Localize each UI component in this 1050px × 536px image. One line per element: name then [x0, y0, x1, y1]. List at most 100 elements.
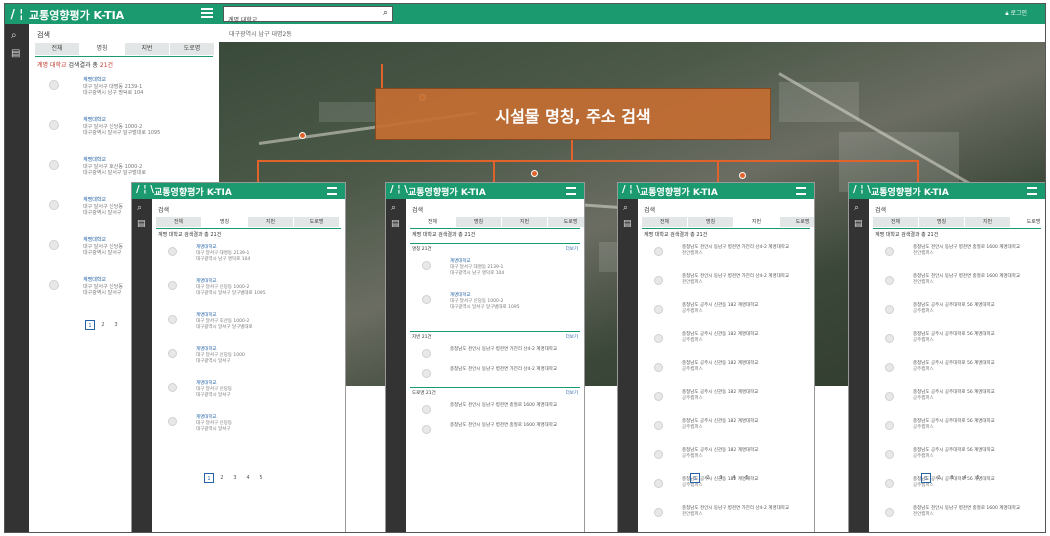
list-item[interactable]: 계명대학교 대구 달서구 신당동 대구광역시 달서구 — [152, 379, 345, 407]
page-2[interactable]: 2 — [703, 473, 713, 483]
tab-lot[interactable]: 지번 — [248, 217, 293, 227]
map-marker[interactable] — [531, 170, 538, 177]
result-radio[interactable] — [885, 334, 894, 343]
result-radio[interactable] — [49, 80, 59, 90]
result-radio[interactable] — [654, 508, 663, 517]
result-radio[interactable] — [49, 200, 59, 210]
list-item[interactable]: 충청남도 공주시 공주대학로 56 계명대학교 공주캠퍼스 — [869, 359, 1045, 387]
list-item[interactable]: 충청남도 공주시 신관동 182 계명대학교 공주캠퍼스 — [638, 417, 814, 445]
list-item[interactable]: 계명대학교 대구 달서구 신당동 1000 대구광역시 달서구 — [152, 345, 345, 373]
list-item[interactable]: 계명대학교 대구 달서구 대명동 2139-1 대구광역시 남구 명덕로 104 — [29, 74, 219, 110]
list-item[interactable]: 충청남도 천안시 동남구 병천면 충절로 1600 계명대학교 천안캠퍼스 — [869, 504, 1045, 532]
list-item[interactable]: 충청남도 천안시 동남구 병천면 가전리 산4-2 계명대학교 천안캠퍼스 — [638, 504, 814, 532]
result-radio[interactable] — [168, 417, 177, 426]
list-item[interactable]: 계명대학교 대구 달서구 신당동 1000-2 대구광역시 달서구 달구벌대로 10… — [152, 277, 345, 305]
tab-name[interactable]: 명칭 — [688, 217, 733, 227]
login-button[interactable]: 🔒︎ 로그인 — [1005, 8, 1027, 18]
result-radio[interactable] — [654, 305, 663, 314]
result-radio[interactable] — [168, 349, 177, 358]
list-item[interactable]: 충청남도 공주시 공주대학로 56 계명대학교 공주캠퍼스 — [869, 330, 1045, 358]
list-item[interactable]: 충청남도 공주시 공주대학로 56 계명대학교 공주캠퍼스 — [869, 301, 1045, 329]
page-1[interactable]: 1 — [204, 473, 214, 483]
result-radio[interactable] — [654, 392, 663, 401]
result-radio[interactable] — [885, 363, 894, 372]
list-item[interactable]: 충청남도 공주시 신관동 182 계명대학교 공주캠퍼스 — [638, 388, 814, 416]
list-item[interactable]: 충청남도 공주시 신관동 182 계명대학교 공주캠퍼스 — [638, 301, 814, 329]
page-1[interactable]: 1 — [921, 473, 931, 483]
page-3[interactable]: 3 — [716, 473, 726, 483]
page-2[interactable]: 2 — [934, 473, 944, 483]
menu-icon[interactable] — [201, 8, 213, 18]
list-item[interactable]: 충청남도 공주시 신관동 182 계명대학교 공주캠퍼스 — [638, 330, 814, 358]
list-item[interactable]: 충청남도 천안시 동남구 병천면 충절로 1600 계명대학교 천안캠퍼스 — [869, 272, 1045, 300]
result-radio[interactable] — [654, 421, 663, 430]
list-item[interactable]: 충청남도 공주시 신관동 182 계명대학교 공주캠퍼스 — [638, 446, 814, 474]
page-5[interactable]: 5 — [973, 473, 983, 483]
result-radio[interactable] — [422, 349, 431, 358]
result-radio[interactable] — [49, 120, 59, 130]
menu-icon[interactable] — [1027, 187, 1037, 195]
tab-lot[interactable]: 지번 — [965, 217, 1010, 227]
tab-all[interactable]: 전체 — [35, 43, 79, 55]
result-radio[interactable] — [885, 305, 894, 314]
result-radio[interactable] — [49, 240, 59, 250]
result-radio[interactable] — [49, 160, 59, 170]
tab-lot[interactable]: 지번 — [502, 217, 547, 227]
result-radio[interactable] — [422, 405, 431, 414]
page-1[interactable]: 1 — [85, 320, 95, 330]
tab-road[interactable]: 도로명 — [548, 217, 584, 227]
list-item[interactable]: 충청남도 공주시 공주대학로 56 계명대학교 공주캠퍼스 — [869, 388, 1045, 416]
result-radio[interactable] — [885, 450, 894, 459]
result-radio[interactable] — [168, 281, 177, 290]
list-item[interactable]: 계명대학교 대구 달서구 신당동 대구광역시 달서구 — [152, 413, 345, 441]
page-3[interactable]: 3 — [111, 320, 121, 330]
search-icon[interactable]: ⌕ — [11, 30, 17, 42]
tab-name[interactable]: 명칭 — [80, 43, 124, 55]
memo-icon[interactable]: ▤ — [11, 48, 20, 60]
memo-icon[interactable]: ▤ — [854, 219, 863, 229]
tab-road[interactable]: 도로명 — [170, 43, 214, 55]
result-radio[interactable] — [654, 363, 663, 372]
menu-icon[interactable] — [327, 187, 337, 195]
list-item[interactable]: 충청남도 천안시 동남구 병천면 가전리 산4-2 계명대학교 — [406, 365, 584, 393]
list-item[interactable]: 계명대학교 대구 달서구 대명동 2139-1 대구광역시 남구 명덕로 104 — [406, 257, 584, 285]
tab-road[interactable]: 도로명 — [294, 217, 339, 227]
page-3[interactable]: 3 — [947, 473, 957, 483]
result-radio[interactable] — [654, 334, 663, 343]
page-4[interactable]: 4 — [243, 473, 253, 483]
tab-name[interactable]: 명칭 — [919, 217, 964, 227]
search-field[interactable]: ⌕ — [223, 6, 393, 27]
result-radio[interactable] — [422, 425, 431, 434]
tab-all[interactable]: 전체 — [873, 217, 918, 227]
more-link[interactable]: 더보기 — [566, 246, 578, 252]
memo-icon[interactable]: ▤ — [391, 219, 400, 229]
result-radio[interactable] — [422, 261, 431, 270]
list-item[interactable]: 계명대학교 대구 달서구 호산동 1000-2 대구광역시 달서구 달구벌대로 — [152, 311, 345, 339]
tab-name[interactable]: 명칭 — [202, 217, 247, 227]
list-item[interactable]: 충청남도 천안시 동남구 병천면 가전리 산4-2 계명대학교 천안캠퍼스 — [638, 243, 814, 271]
list-item[interactable]: 충청남도 천안시 동남구 병천면 가전리 산4-2 계명대학교 천안캠퍼스 — [638, 272, 814, 300]
result-radio[interactable] — [654, 450, 663, 459]
result-radio[interactable] — [654, 276, 663, 285]
list-item[interactable]: 충청남도 공주시 신관동 182 계명대학교 공주캠퍼스 — [638, 359, 814, 387]
search-icon[interactable]: ⌕ — [854, 203, 859, 213]
tab-all[interactable]: 전체 — [156, 217, 201, 227]
list-item[interactable]: 충청남도 공주시 공주대학로 56 계명대학교 공주캠퍼스 — [869, 417, 1045, 445]
page-4[interactable]: 4 — [729, 473, 739, 483]
list-item[interactable]: 계명대학교 대구 달서구 신당동 1000-2 대구광역시 달서구 달구벌대로 10… — [29, 114, 219, 150]
page-2[interactable]: 2 — [98, 320, 108, 330]
list-item[interactable]: 계명대학교 대구 달서구 대명동 2139-1 대구광역시 남구 명덕로 104 — [152, 243, 345, 271]
result-radio[interactable] — [422, 295, 431, 304]
search-icon[interactable]: ⌕ — [391, 203, 396, 213]
result-radio[interactable] — [168, 247, 177, 256]
search-icon[interactable]: ⌕ — [383, 8, 388, 18]
result-radio[interactable] — [49, 280, 59, 290]
more-link[interactable]: 더보기 — [566, 334, 578, 340]
menu-icon[interactable] — [566, 187, 576, 195]
result-radio[interactable] — [654, 479, 663, 488]
result-radio[interactable] — [168, 383, 177, 392]
tab-all[interactable]: 전체 — [410, 217, 455, 227]
tab-road[interactable]: 도로명 — [780, 217, 814, 227]
menu-icon[interactable] — [796, 187, 806, 195]
list-item[interactable]: 충청남도 공주시 공주대학로 56 계명대학교 공주캠퍼스 — [869, 446, 1045, 474]
